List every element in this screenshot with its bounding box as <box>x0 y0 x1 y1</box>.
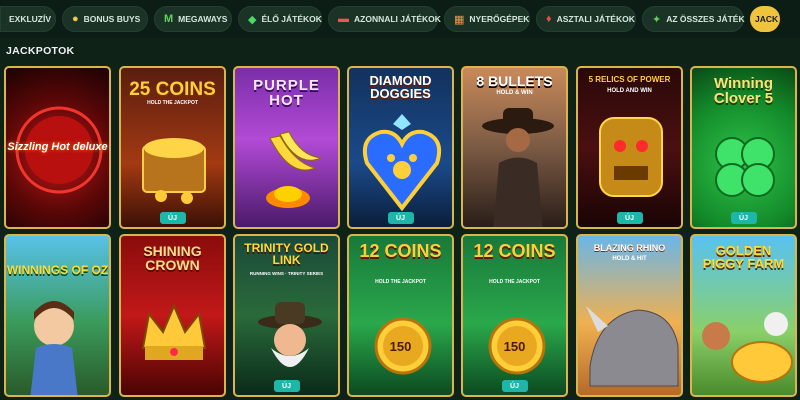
game-card-12-coins-a[interactable]: 12 COINS HOLD THE JACKPOT 150 <box>347 234 454 397</box>
nav-label: ASZTALI JÁTÉKOK <box>556 14 635 24</box>
nav-bonus-buys[interactable]: ● BONUS BUYS <box>62 6 148 32</box>
game-card-blazing-rhino[interactable]: BLAZING RHINO HOLD & HIT <box>576 234 683 397</box>
nav-label: EXKLUZÍV <box>9 14 52 24</box>
new-badge: ÚJ <box>159 212 186 224</box>
game-subtitle: HOLD & WIN <box>496 90 533 96</box>
live-chip-icon: ◆ <box>248 13 257 26</box>
nav-azonnali-jatekok[interactable]: ▬ AZONNALI JÁTÉKOK <box>328 6 441 32</box>
game-subtitle: HOLD THE JACKPOT <box>489 279 540 285</box>
game-title: TRINITY GOLD LINK <box>244 241 329 267</box>
all-games-icon: ✦ <box>652 13 662 26</box>
new-badge: ÚJ <box>387 212 414 224</box>
game-card-25-coins[interactable]: 25 COINS HOLD THE JACKPOT ÚJ <box>119 66 226 229</box>
game-title: GOLDEN PIGGY FARM <box>702 243 785 271</box>
new-badge: ÚJ <box>616 212 643 224</box>
category-nav: EXKLUZÍV ● BONUS BUYS M MEGAWAYS ◆ ÉLŐ J… <box>0 0 800 38</box>
game-title: 5 RELICS OF POWER <box>588 75 671 84</box>
new-badge: ÚJ <box>501 380 528 392</box>
new-badge: ÚJ <box>730 212 757 224</box>
coin-icon: ● <box>72 13 79 25</box>
slot-machine-icon: ▦ <box>454 13 465 26</box>
game-title: Winning Clover 5 <box>713 75 774 107</box>
nav-label: MEGAWAYS <box>178 14 228 24</box>
game-subtitle: HOLD & HIT <box>612 256 647 262</box>
game-title: 12 COINS <box>359 241 442 261</box>
game-card-shining-crown[interactable]: SHINING CROWN <box>119 234 226 397</box>
nav-megaways[interactable]: M MEGAWAYS <box>154 6 232 32</box>
game-title: 8 BULLETS <box>476 73 553 89</box>
game-card-golden-piggy-farm[interactable]: GOLDEN PIGGY FARM <box>690 234 797 397</box>
game-title: SHINING CROWN <box>143 243 202 273</box>
game-card-diamond-doggies[interactable]: DIAMOND DOGGIES ÚJ <box>347 66 454 229</box>
nav-nyerogepek[interactable]: ▦ NYERŐGÉPEK <box>444 6 530 32</box>
nav-jackpotok[interactable]: JACK <box>750 6 780 32</box>
game-card-purple-hot[interactable]: PURPLE HOT <box>233 66 340 229</box>
game-subtitle: RUNNING WINS · TRINITY SERIES <box>249 271 324 276</box>
game-card-5-relics-of-power[interactable]: 5 RELICS OF POWER HOLD AND WIN ÚJ <box>576 66 683 229</box>
nav-asztali-jatekok[interactable]: ♦ ASZTALI JÁTÉKOK <box>536 6 636 32</box>
game-title: DIAMOND DOGGIES <box>369 73 432 101</box>
instant-ticket-icon: ▬ <box>338 13 349 25</box>
game-card-winnings-of-oz[interactable]: WINNINGS OF OZ <box>4 234 111 397</box>
coin-amount: 150 <box>503 339 526 354</box>
game-card-sizzling-hot[interactable]: Sizzling Hot deluxe <box>4 66 111 229</box>
game-card-12-coins-b[interactable]: 12 COINS HOLD THE JACKPOT 150 ÚJ <box>461 234 568 397</box>
nav-elo-jatekok[interactable]: ◆ ÉLŐ JÁTÉKOK <box>238 6 322 32</box>
game-title: 12 COINS <box>473 241 556 261</box>
dorothy-art <box>30 301 78 395</box>
game-card-trinity-gold-link[interactable]: TRINITY GOLD LINK RUNNING WINS · TRINITY… <box>233 234 340 397</box>
coin-amount: 150 <box>389 339 412 354</box>
nav-label: ÉLŐ JÁTÉKOK <box>261 14 322 24</box>
nav-label: AZ ÖSSZES JÁTÉK <box>666 14 745 24</box>
nav-label: AZONNALI JÁTÉKOK <box>354 14 441 24</box>
game-card-winning-clover-5[interactable]: Winning Clover 5 ÚJ <box>690 66 797 229</box>
game-card-8-bullets[interactable]: 8 BULLETS HOLD & WIN <box>461 66 568 229</box>
nav-az-osszes-jatek[interactable]: ✦ AZ ÖSSZES JÁTÉK <box>642 6 745 32</box>
nav-exkluziv[interactable]: EXKLUZÍV <box>0 6 56 32</box>
megaways-m-icon: M <box>164 13 174 25</box>
game-subtitle: HOLD THE JACKPOT <box>375 279 426 285</box>
section-title: JACKPOTOK <box>6 45 75 57</box>
nav-label: JACK <box>755 14 779 24</box>
new-badge: ÚJ <box>273 380 300 392</box>
nav-label: BONUS BUYS <box>83 14 141 24</box>
cards-icon: ♦ <box>546 13 552 25</box>
game-title: PURPLE HOT <box>253 77 320 109</box>
game-subtitle: HOLD AND WIN <box>607 88 652 94</box>
game-title: 25 COINS <box>129 79 216 100</box>
nav-label: NYERŐGÉPEK <box>469 14 530 24</box>
game-title: Sizzling Hot deluxe <box>7 141 108 153</box>
game-title: WINNINGS OF OZ <box>6 263 109 277</box>
game-title: BLAZING RHINO <box>593 243 666 253</box>
game-subtitle: HOLD THE JACKPOT <box>147 100 198 106</box>
